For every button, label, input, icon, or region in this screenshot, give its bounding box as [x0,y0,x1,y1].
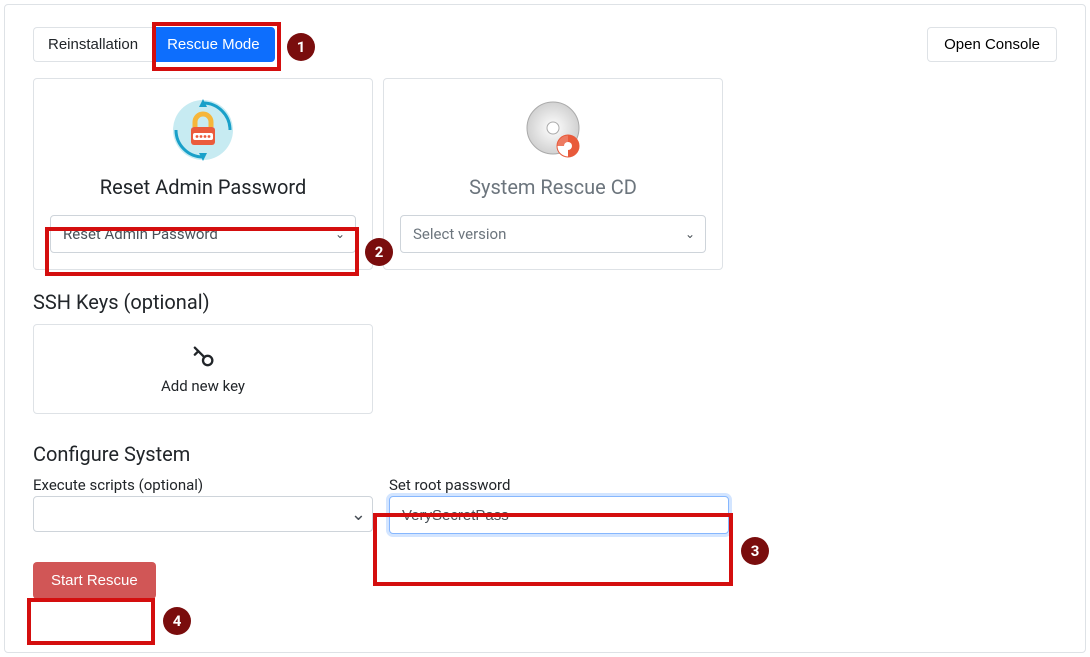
step-badge-3: 3 [741,537,769,565]
ssh-heading: SSH Keys (optional) [33,290,1057,314]
card-rescue-title: System Rescue CD [400,175,706,199]
execute-scripts-col: Execute scripts (optional) ⌄ [33,476,373,534]
top-row: Reinstallation Rescue Mode Open Console [33,27,1057,62]
root-password-input[interactable] [389,496,729,534]
chevron-down-icon: ⌄ [685,227,695,241]
cd-icon [400,95,706,165]
add-ssh-key-button[interactable]: Add new key [33,324,373,414]
execute-scripts-label: Execute scripts (optional) [33,476,373,494]
rescue-cards: Reset Admin Password Reset Admin Passwor… [33,78,1057,270]
lock-icon [50,95,356,165]
open-console-button[interactable]: Open Console [927,27,1057,62]
key-icon [189,343,217,371]
card-reset-password[interactable]: Reset Admin Password Reset Admin Passwor… [33,78,373,270]
root-password-col: Set root password [389,476,729,534]
page-panel: Reinstallation Rescue Mode Open Console [4,4,1086,653]
tab-rescue-mode[interactable]: Rescue Mode [152,27,275,62]
tabs: Reinstallation Rescue Mode [33,27,275,62]
step-badge-4: 4 [163,607,191,635]
select-reset-password[interactable]: Reset Admin Password ⌄ [50,215,356,253]
card-reset-title: Reset Admin Password [50,175,356,199]
root-password-label: Set root password [389,476,729,494]
tab-reinstallation[interactable]: Reinstallation [33,27,152,62]
select-reset-value: Reset Admin Password [63,225,218,243]
highlight-4 [27,598,155,645]
card-rescue-cd[interactable]: System Rescue CD Select version ⌄ [383,78,723,270]
add-ssh-key-label: Add new key [161,377,245,395]
execute-scripts-select[interactable]: ⌄ [33,496,373,532]
chevron-down-icon: ⌄ [351,504,366,525]
start-rescue-button[interactable]: Start Rescue [33,562,156,599]
select-rescue-value: Select version [413,225,506,243]
chevron-down-icon: ⌄ [335,227,345,241]
configure-heading: Configure System [33,442,1057,466]
configure-row: Execute scripts (optional) ⌄ Set root pa… [33,476,1057,534]
select-rescue-version[interactable]: Select version ⌄ [400,215,706,253]
